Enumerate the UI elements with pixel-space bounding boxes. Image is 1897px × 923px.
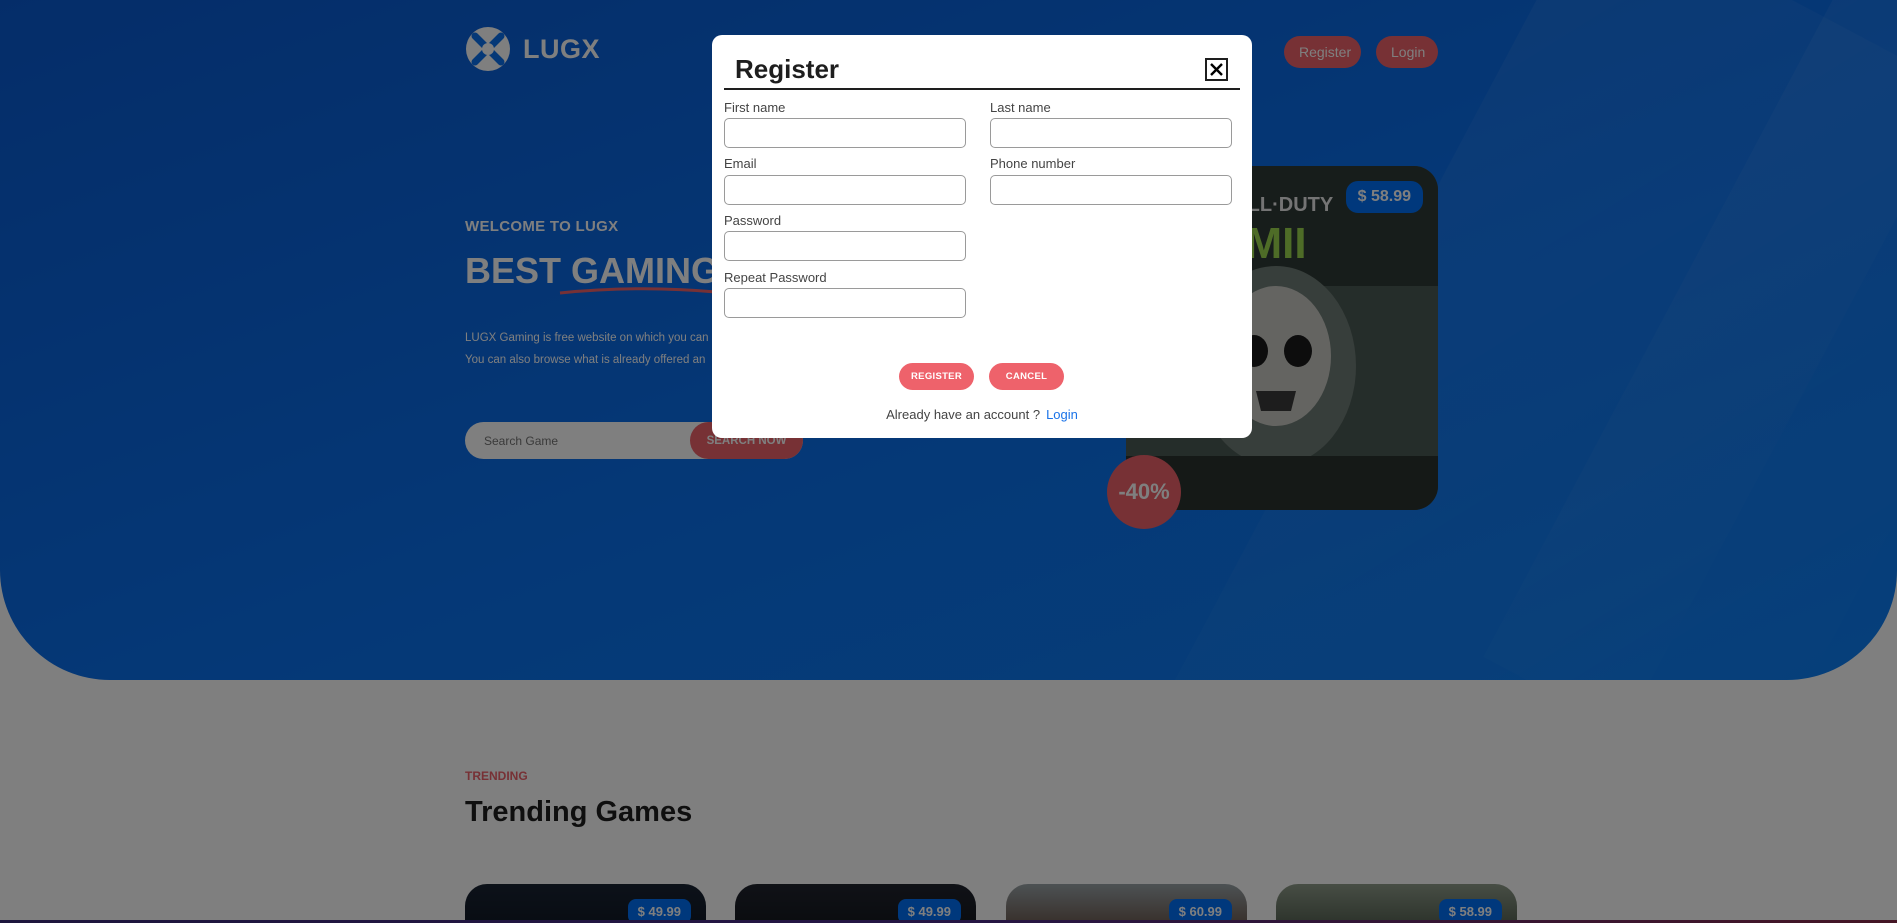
close-button[interactable] [1205,58,1228,81]
login-prompt-text: Already have an account ? [886,407,1041,422]
phone-number-label: Phone number [990,156,1076,171]
login-prompt: Already have an account ? Login [712,407,1252,422]
first-name-input[interactable] [724,118,966,148]
phone-number-input[interactable] [990,175,1232,205]
first-name-label: First name [724,100,786,115]
repeat-password-label: Repeat Password [724,270,827,285]
login-link[interactable]: Login [1046,407,1078,422]
modal-header: Register [724,50,1240,90]
email-label: Email [724,156,757,171]
cancel-button[interactable]: CANCEL [989,363,1064,390]
register-modal: Register First name Last name Email Phon… [712,35,1252,438]
email-input[interactable] [724,175,966,205]
close-icon [1210,63,1223,76]
register-button[interactable]: REGISTER [899,363,974,390]
modal-title: Register [735,54,840,84]
password-input[interactable] [724,231,966,261]
last-name-label: Last name [990,100,1051,115]
last-name-input[interactable] [990,118,1232,148]
password-label: Password [724,213,782,228]
repeat-password-input[interactable] [724,288,966,318]
